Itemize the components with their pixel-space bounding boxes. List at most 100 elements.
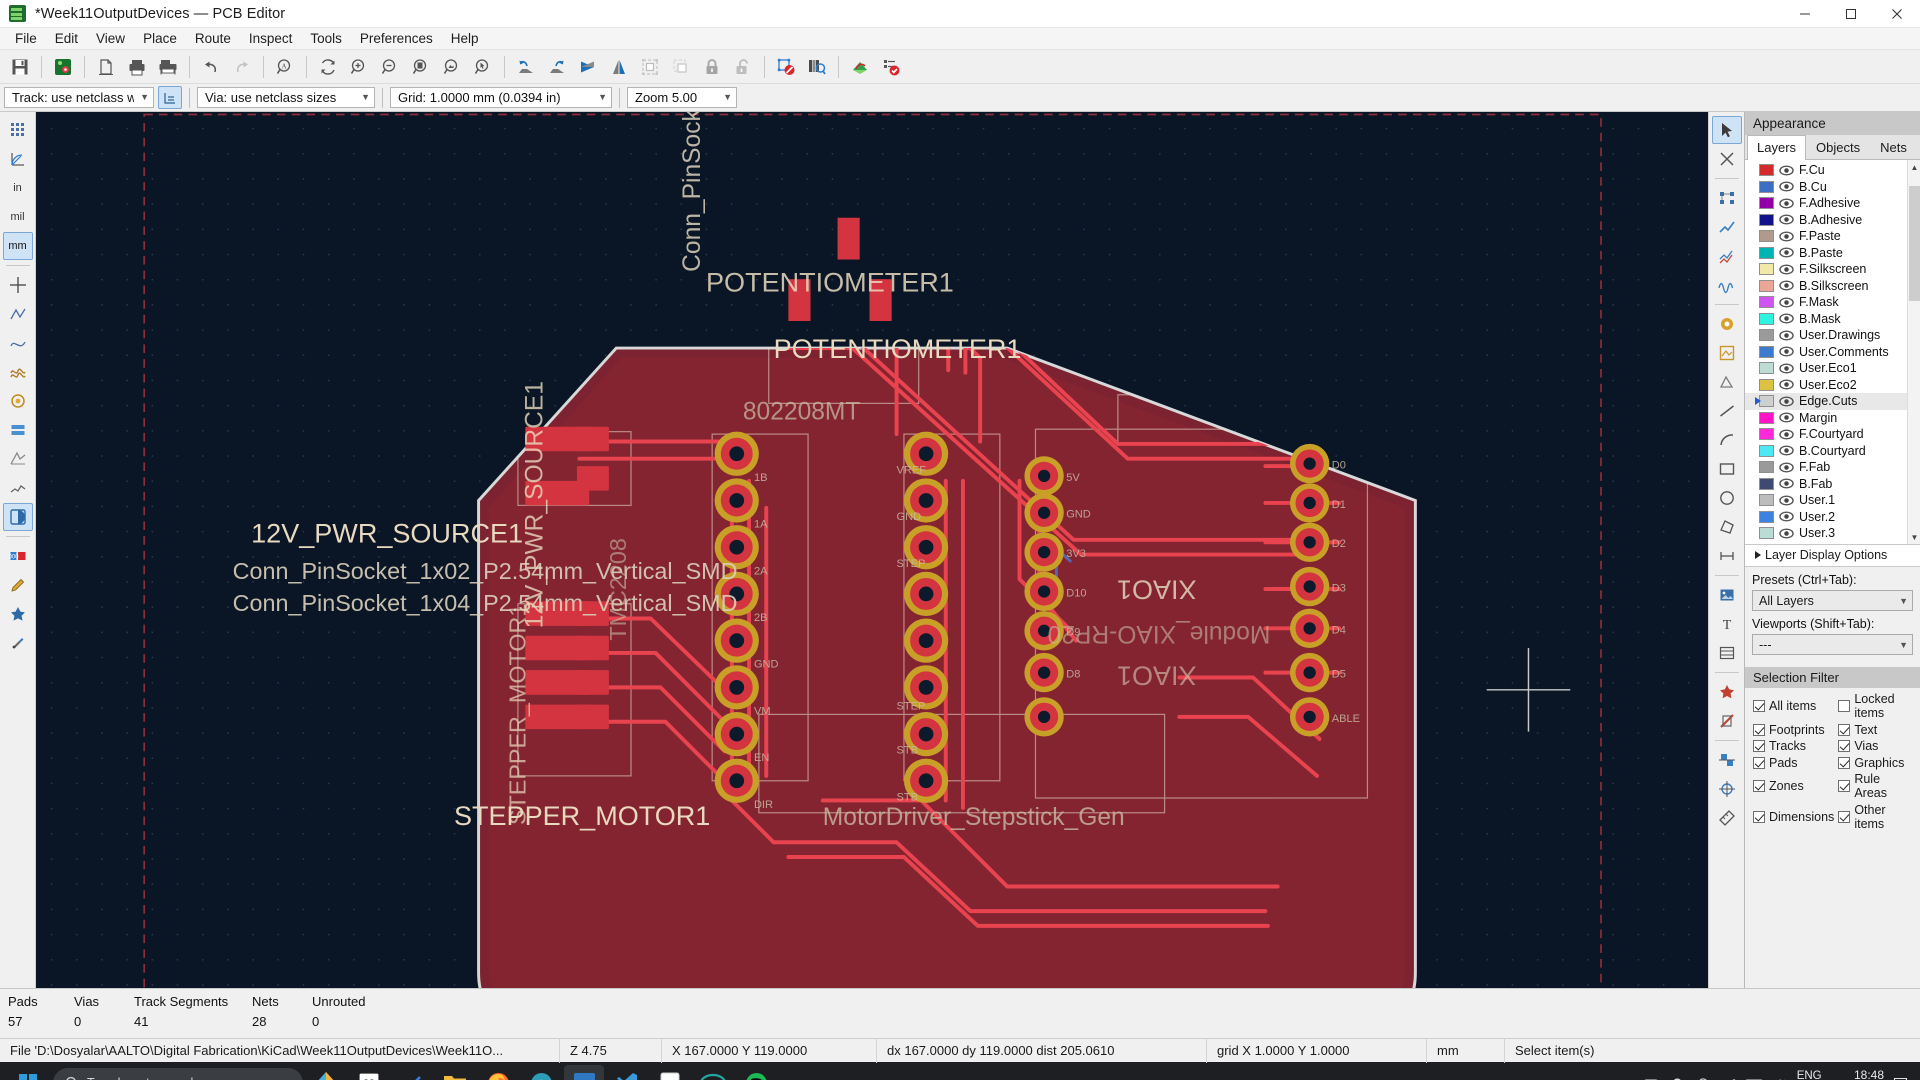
add-polygon-icon[interactable] [1712, 513, 1742, 541]
layer-row[interactable]: F.Paste [1745, 228, 1920, 245]
selection-filter-item[interactable]: Locked items [1838, 692, 1914, 720]
layer-color-swatch[interactable] [1759, 494, 1774, 507]
layer-visibility-eye-icon[interactable] [1779, 181, 1794, 192]
add-text-icon[interactable]: T [1712, 610, 1742, 638]
selection-filter-item[interactable]: Footprints [1753, 723, 1834, 737]
layer-row[interactable]: User.2 [1745, 509, 1920, 526]
add-image-icon[interactable] [1712, 581, 1742, 609]
tab-nets[interactable]: Nets [1870, 135, 1917, 159]
layer-row[interactable]: Edge.Cuts [1745, 393, 1920, 410]
checkbox[interactable] [1838, 780, 1851, 792]
selection-filter-item[interactable]: Tracks [1753, 739, 1834, 753]
layer-color-swatch[interactable] [1759, 345, 1774, 358]
layer-row[interactable]: B.Mask [1745, 311, 1920, 328]
highlight-ratsnest-icon[interactable] [3, 600, 33, 628]
tab-objects[interactable]: Objects [1806, 135, 1870, 159]
refresh-icon[interactable] [313, 53, 343, 81]
zoom-fit-page-icon[interactable] [406, 53, 436, 81]
layer-visibility-eye-icon[interactable] [1779, 330, 1794, 341]
show-hidden-icon[interactable] [1622, 1077, 1635, 1080]
plot-icon[interactable] [153, 53, 183, 81]
layer-color-swatch[interactable] [1759, 263, 1774, 276]
search-input[interactable]: Type here to search [53, 1068, 303, 1080]
maximize-button[interactable] [1828, 0, 1874, 28]
add-zone-icon[interactable] [1712, 339, 1742, 367]
add-circle-icon[interactable] [1712, 484, 1742, 512]
layer-row[interactable]: User.Eco2 [1745, 377, 1920, 394]
drill-origin-icon[interactable] [1712, 775, 1742, 803]
tune-length-icon[interactable] [1712, 271, 1742, 299]
draw-tool-icon[interactable] [3, 571, 33, 599]
layer-row[interactable]: F.Silkscreen [1745, 261, 1920, 278]
layer-color-swatch[interactable] [1759, 378, 1774, 391]
zoom-select[interactable]: Zoom 5.00 ▼ [627, 87, 737, 108]
layer-visibility-eye-icon[interactable] [1779, 264, 1794, 275]
find-icon[interactable]: A [270, 53, 300, 81]
cursor-fullscreen-icon[interactable] [3, 271, 33, 299]
layer-row[interactable]: Margin [1745, 410, 1920, 427]
layer-visibility-eye-icon[interactable] [1779, 247, 1794, 258]
layer-row[interactable]: B.Fab [1745, 476, 1920, 493]
add-table-icon[interactable] [1712, 639, 1742, 667]
minimize-button[interactable] [1782, 0, 1828, 28]
ratsnest-icon[interactable] [3, 300, 33, 328]
scrollbar-thumb[interactable] [1909, 186, 1920, 301]
layer-visibility-eye-icon[interactable] [1779, 280, 1794, 291]
pcb-canvas[interactable]: 12V_PWR_SOURCE1 POTENTIOMETER1 POTENTIOM… [36, 112, 1708, 988]
menu-route[interactable]: Route [186, 29, 240, 48]
units-mm-icon[interactable]: mm [2, 232, 33, 260]
battery-icon[interactable] [1644, 1077, 1660, 1080]
layer-pairs-icon[interactable] [845, 53, 875, 81]
layer-color-swatch[interactable] [1759, 197, 1774, 210]
menu-inspect[interactable]: Inspect [240, 29, 302, 48]
layer-color-swatch[interactable] [1759, 164, 1774, 177]
zone-outline-icon[interactable] [3, 387, 33, 415]
layer-color-swatch[interactable] [1759, 279, 1774, 292]
via-size-select[interactable]: Via: use netclass sizes ▼ [197, 87, 375, 108]
add-footprint-icon[interactable] [1712, 678, 1742, 706]
selection-filter-item[interactable]: Graphics [1838, 756, 1914, 770]
rotate-cw-icon[interactable] [542, 53, 572, 81]
language-indicator[interactable]: ENG TRQ [1797, 1069, 1822, 1080]
layer-color-swatch[interactable] [1759, 428, 1774, 441]
rotate-ccw-icon[interactable] [511, 53, 541, 81]
presets-select[interactable]: All Layers ▼ [1752, 590, 1913, 611]
units-inches-icon[interactable]: in [3, 174, 33, 202]
checkbox[interactable] [1838, 740, 1851, 752]
grid-select[interactable]: Grid: 1.0000 mm (0.0394 in) ▼ [390, 87, 612, 108]
mirror-icon[interactable] [604, 53, 634, 81]
page-settings-icon[interactable] [91, 53, 121, 81]
layer-color-swatch[interactable] [1759, 395, 1774, 408]
selection-filter-item[interactable]: Text [1838, 723, 1914, 737]
acrobat-icon[interactable]: PDF [650, 1065, 690, 1080]
delete-icon[interactable] [1712, 707, 1742, 735]
viewports-select[interactable]: --- ▼ [1752, 634, 1913, 655]
selection-filter-item[interactable]: Rule Areas [1838, 772, 1914, 800]
layer-color-swatch[interactable] [1759, 527, 1774, 540]
onedrive-icon[interactable] [1669, 1077, 1686, 1080]
clock[interactable]: 18:48 16-Apr-23 [1831, 1068, 1884, 1080]
settings-tool-icon[interactable] [3, 629, 33, 657]
save-icon[interactable] [5, 53, 35, 81]
drc-icon[interactable] [771, 53, 801, 81]
layer-color-swatch[interactable] [1759, 510, 1774, 523]
fusion360-icon[interactable] [521, 1065, 561, 1080]
layer-row[interactable]: User.Eco1 [1745, 360, 1920, 377]
layer-display-options[interactable]: Layer Display Options [1745, 545, 1920, 567]
track-via-properties-icon[interactable] [158, 86, 182, 109]
contrast-mode-icon[interactable] [2, 503, 33, 531]
layer-row[interactable]: F.Courtyard [1745, 426, 1920, 443]
footprint-library-icon[interactable] [802, 53, 832, 81]
zoom-out-icon[interactable] [375, 53, 405, 81]
layer-visibility-eye-icon[interactable] [1779, 165, 1794, 176]
unlock-icon[interactable] [728, 53, 758, 81]
add-dimension-icon[interactable] [1712, 542, 1742, 570]
layer-row[interactable]: B.Adhesive [1745, 212, 1920, 229]
checkbox[interactable] [1838, 756, 1851, 769]
layer-color-swatch[interactable] [1759, 477, 1774, 490]
layer-visibility-eye-icon[interactable] [1779, 214, 1794, 225]
todo-app-icon[interactable] [392, 1065, 432, 1080]
cloud-icon[interactable] [1695, 1077, 1712, 1080]
zoom-selection-icon[interactable] [468, 53, 498, 81]
layer-row[interactable]: User.1 [1745, 492, 1920, 509]
